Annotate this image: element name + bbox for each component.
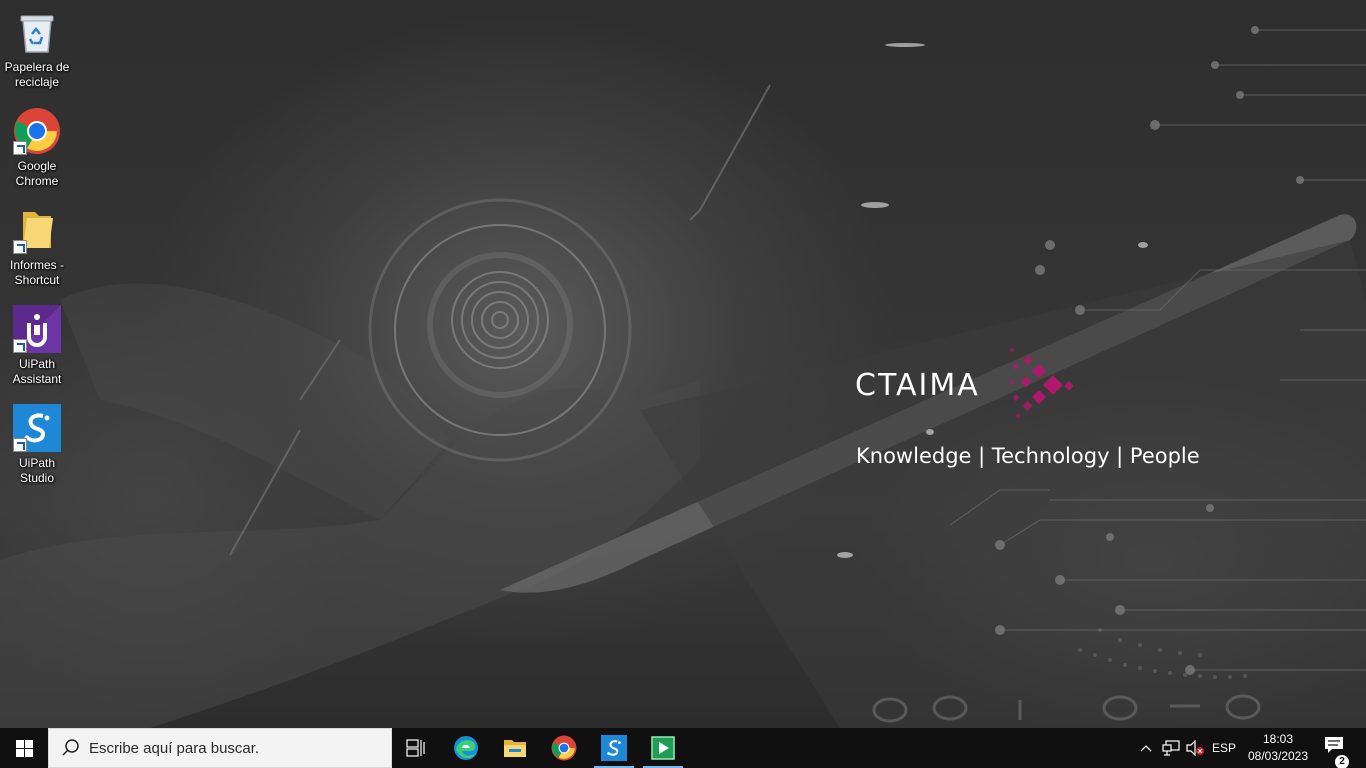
shortcut-arrow-icon [13, 240, 27, 254]
volume-muted-icon [1186, 740, 1204, 756]
clock-time: 18:03 [1262, 732, 1294, 746]
tray-clock[interactable]: 18:03 08/03/2023 [1244, 728, 1312, 768]
taskbar: ESP 18:03 08/03/2023 2 [0, 728, 1366, 768]
desktop-icon-informes-shortcut[interactable]: Informes - Shortcut [2, 202, 72, 294]
desktop-wallpaper [0, 0, 1366, 728]
desktop-icon-uipath-assistant[interactable]: UiPath Assistant [2, 301, 72, 393]
tray-language[interactable]: ESP [1210, 728, 1238, 768]
brand-tagline: Knowledge | Technology | People [856, 444, 1200, 468]
notification-icon [1325, 737, 1343, 753]
taskbar-file-explorer[interactable] [491, 728, 539, 768]
folder-icon [13, 206, 61, 254]
chevron-up-icon [1140, 745, 1152, 752]
taskbar-edge[interactable] [442, 728, 490, 768]
taskbar-uipath-studio[interactable] [590, 728, 638, 768]
tray-show-hidden[interactable] [1136, 728, 1156, 768]
task-view-icon [406, 739, 425, 757]
search-input[interactable] [89, 739, 379, 757]
edge-icon [454, 736, 478, 760]
shortcut-arrow-icon [13, 141, 27, 155]
desktop-icon-google-chrome[interactable]: Google Chrome [2, 103, 72, 195]
desktop-icon-label: Papelera de reciclaje [4, 60, 70, 89]
desktop-icon-label: Informes - Shortcut [9, 258, 64, 287]
brand-name: CTAIMA [855, 368, 980, 403]
desktop-icon-recycle-bin[interactable]: Papelera de reciclaje [2, 4, 72, 96]
search-icon [62, 739, 79, 756]
desktop-icon-label: UiPath Studio [18, 456, 56, 485]
desktop-icon-uipath-studio[interactable]: UiPath Studio [2, 400, 72, 492]
uipath-assistant-icon [13, 305, 61, 353]
chrome-icon [13, 107, 61, 155]
file-explorer-icon [504, 740, 526, 757]
shortcut-arrow-icon [13, 339, 27, 353]
media-player-icon [651, 736, 675, 760]
desktop-icon-label: UiPath Assistant [12, 357, 62, 386]
chrome-icon [551, 735, 577, 761]
uipath-studio-icon [601, 735, 627, 761]
windows-logo-icon [15, 739, 33, 757]
language-indicator: ESP [1211, 741, 1236, 755]
tray-network[interactable] [1160, 728, 1182, 768]
shortcut-arrow-icon [13, 438, 27, 452]
taskbar-search[interactable] [48, 728, 392, 768]
start-button[interactable] [0, 728, 48, 768]
desktop-icon-label: Google Chrome [15, 159, 59, 188]
action-center-button[interactable]: 2 [1316, 728, 1356, 768]
recycle-bin-icon [13, 8, 61, 56]
notification-count-badge: 2 [1335, 755, 1349, 768]
uipath-studio-icon [13, 404, 61, 452]
clock-date: 08/03/2023 [1247, 749, 1309, 763]
taskbar-media-player[interactable] [639, 728, 687, 768]
taskbar-chrome[interactable] [540, 728, 588, 768]
network-icon [1162, 740, 1180, 756]
wallpaper-art [0, 26, 1366, 728]
task-view-button[interactable] [392, 728, 440, 768]
tray-volume[interactable] [1184, 728, 1206, 768]
